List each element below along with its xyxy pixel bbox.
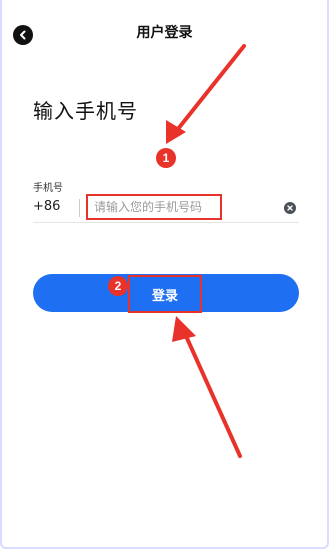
annotation-badge-2: 2 (108, 276, 128, 296)
divider (79, 199, 80, 217)
phone-input[interactable] (86, 194, 222, 220)
country-code-selector[interactable]: +86 (33, 199, 60, 214)
clear-button[interactable] (284, 202, 296, 214)
phone-heading: 输入手机号 (33, 99, 138, 123)
annotation-arrow-2 (172, 316, 242, 458)
clear-icon (287, 205, 293, 211)
login-screen: 用户登录 输入手机号 手机号 +86 登录 1 2 (0, 0, 329, 549)
annotation-badge-1: 1 (156, 148, 176, 168)
input-underline (33, 222, 299, 223)
page-title: 用户登录 (136, 25, 193, 41)
annotation-arrow-1 (166, 44, 246, 144)
login-button-highlight[interactable]: 登录 (128, 275, 202, 313)
login-button-label: 登录 (151, 288, 178, 304)
phone-label: 手机号 (33, 183, 63, 194)
